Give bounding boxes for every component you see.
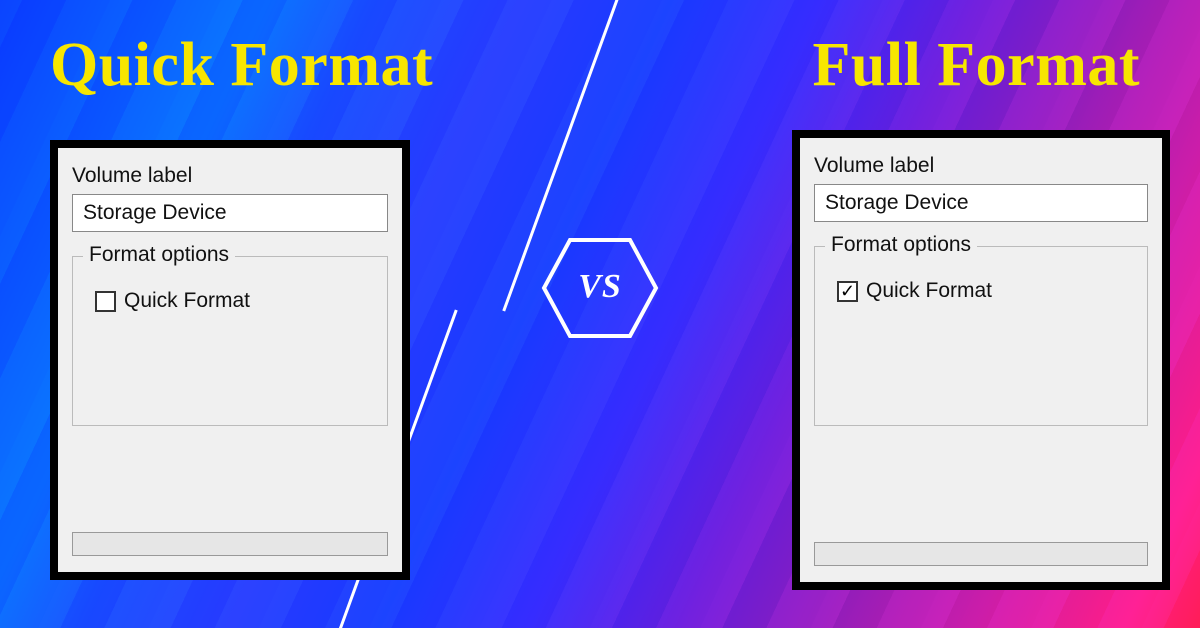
- volume-label-input[interactable]: [814, 184, 1148, 222]
- format-options-group: Format options Quick Format: [72, 256, 388, 426]
- volume-label-caption: Volume label: [814, 154, 1148, 178]
- format-panel-left: Volume label Format options Quick Format: [50, 140, 410, 580]
- quick-format-checkbox[interactable]: [95, 291, 116, 312]
- quick-format-label: Quick Format: [866, 279, 992, 303]
- vs-text: VS: [578, 268, 622, 306]
- title-quick-format: Quick Format: [50, 30, 433, 101]
- progress-bar: [72, 532, 388, 556]
- progress-bar: [814, 542, 1148, 566]
- title-full-format: Full Format: [813, 30, 1141, 101]
- format-options-group: Format options ✓ Quick Format: [814, 246, 1148, 426]
- volume-label-caption: Volume label: [72, 164, 388, 188]
- quick-format-label: Quick Format: [124, 289, 250, 313]
- quick-format-checkbox[interactable]: ✓: [837, 281, 858, 302]
- format-options-legend: Format options: [825, 233, 977, 257]
- quick-format-row: Quick Format: [95, 289, 371, 313]
- volume-label-input[interactable]: [72, 194, 388, 232]
- quick-format-row: ✓ Quick Format: [837, 279, 1131, 303]
- vs-badge: VS: [540, 236, 660, 340]
- format-panel-right: Volume label Format options ✓ Quick Form…: [792, 130, 1170, 590]
- format-options-legend: Format options: [83, 243, 235, 267]
